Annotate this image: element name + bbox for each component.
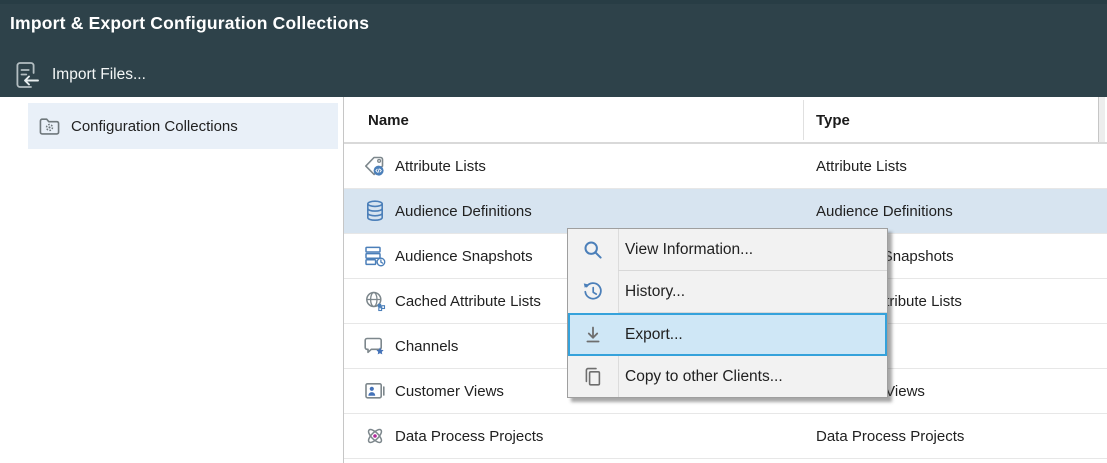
row-type: Audience Definitions: [816, 203, 953, 220]
import-files-label: Import Files...: [52, 66, 146, 84]
sidebar-item-label: Configuration Collections: [71, 118, 238, 135]
database-icon: [363, 199, 387, 223]
sidebar-item-configuration-collections[interactable]: Configuration Collections: [28, 103, 338, 149]
row-name: Attribute Lists: [395, 158, 486, 175]
table-row-data-process-projects[interactable]: Data Process Projects Data Process Proje…: [344, 414, 1107, 459]
tag-icon: [363, 154, 387, 178]
download-icon: [581, 323, 605, 347]
sidebar: Configuration Collections: [0, 97, 344, 463]
row-type: Attribute Lists: [816, 158, 907, 175]
atom-icon: [363, 424, 387, 448]
snapshot-list-icon: [363, 244, 387, 268]
customer-card-icon: [363, 379, 387, 403]
menu-item-copy-to-other-clients[interactable]: Copy to other Clients...: [568, 356, 887, 397]
row-name: Data Process Projects: [395, 428, 543, 445]
context-menu: View Information... History...: [567, 228, 888, 398]
column-header-type[interactable]: Type: [816, 97, 850, 144]
folder-gear-icon: [38, 116, 61, 137]
menu-item-label: Copy to other Clients...: [625, 368, 783, 386]
history-icon: [581, 280, 605, 304]
column-divider: [803, 100, 804, 140]
row-name: Cached Attribute Lists: [395, 293, 541, 310]
import-files-button[interactable]: Import Files...: [11, 56, 146, 94]
column-header-name[interactable]: Name: [368, 97, 409, 144]
main-content: Configuration Collections Name Type: [0, 97, 1107, 463]
copy-icon: [581, 365, 605, 389]
channel-bubble-icon: [363, 334, 387, 358]
globe-icon: [363, 289, 387, 313]
row-name: Customer Views: [395, 383, 504, 400]
menu-item-view-information[interactable]: View Information...: [568, 229, 887, 270]
row-name: Channels: [395, 338, 458, 355]
menu-item-history[interactable]: History...: [568, 271, 887, 312]
menu-item-export[interactable]: Export...: [568, 313, 887, 356]
import-file-icon: [11, 59, 41, 91]
table-header: Name Type: [344, 97, 1107, 144]
header-bar: Import & Export Configuration Collection…: [0, 0, 1107, 97]
table-row-attribute-lists[interactable]: Attribute Lists Attribute Lists: [344, 144, 1107, 189]
app-window: Import & Export Configuration Collection…: [0, 0, 1107, 463]
menu-item-label: Export...: [625, 326, 683, 344]
scrollbar-corner: [1098, 97, 1105, 142]
menu-item-label: View Information...: [625, 241, 753, 259]
page-title: Import & Export Configuration Collection…: [10, 13, 369, 34]
row-name: Audience Snapshots: [395, 248, 533, 265]
menu-item-label: History...: [625, 283, 685, 301]
row-name: Audience Definitions: [395, 203, 532, 220]
magnifier-icon: [581, 238, 605, 262]
row-type: Data Process Projects: [816, 428, 964, 445]
